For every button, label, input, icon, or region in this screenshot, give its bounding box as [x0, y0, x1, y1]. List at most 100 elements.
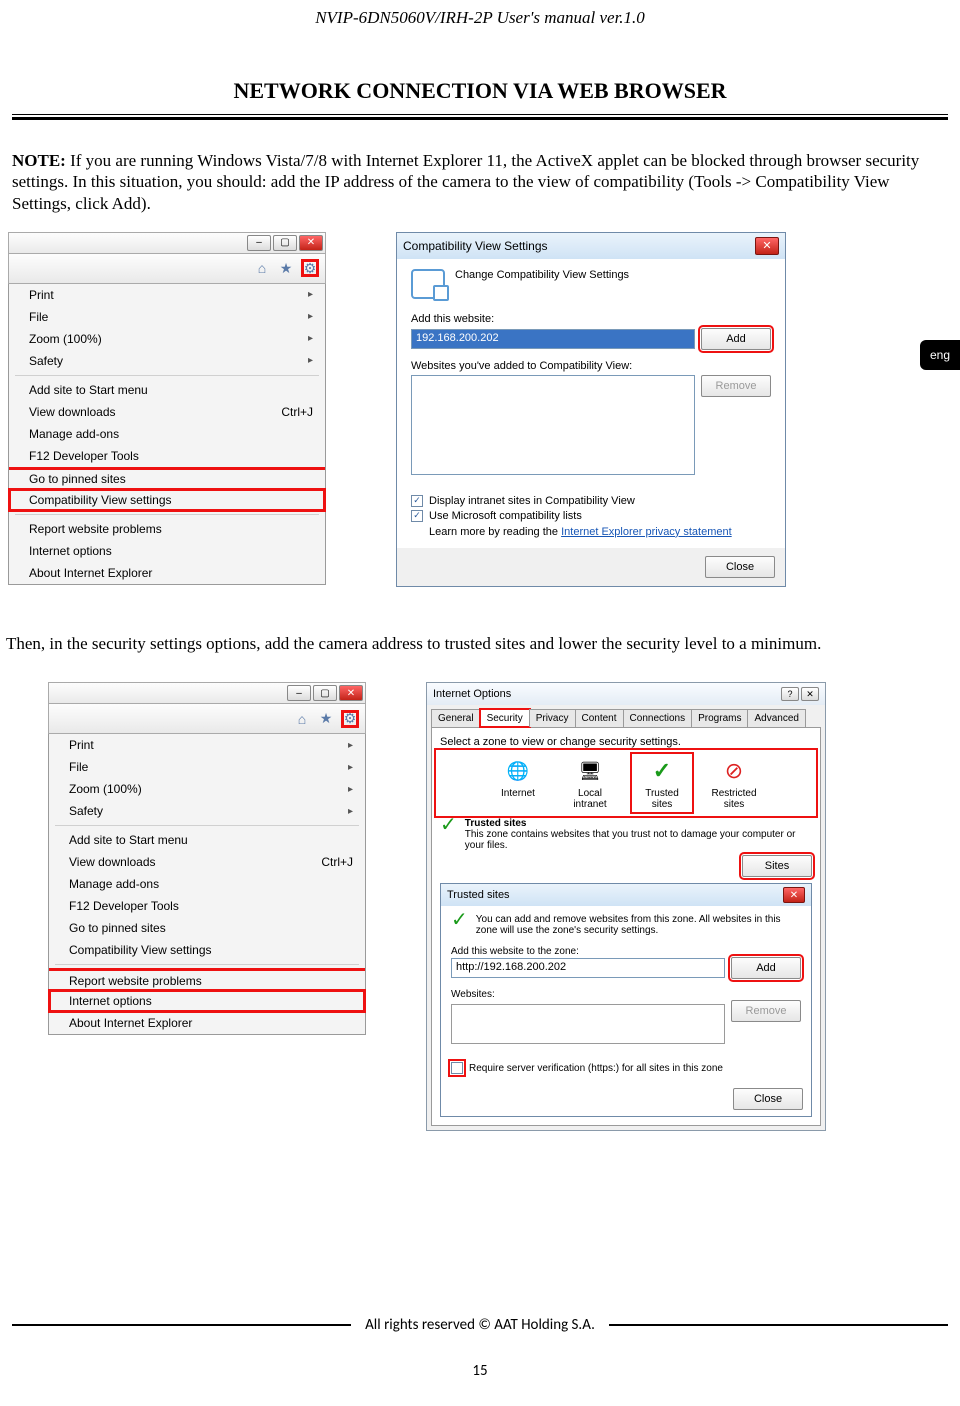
menu-add-start[interactable]: Add site to Start menu [49, 829, 365, 851]
ie-toolbar: ⌂ ★ ⚙ [48, 704, 366, 734]
dialog-titlebar: Internet Options ? ✕ [427, 683, 825, 705]
zone-trusted[interactable]: Trusted sites [634, 756, 690, 810]
menu-zoom[interactable]: Zoom (100%) [9, 328, 325, 350]
menu-manage-addons[interactable]: Manage add-ons [9, 423, 325, 445]
menu-compat-view[interactable]: Compatibility View settings [49, 939, 365, 961]
tab-privacy[interactable]: Privacy [529, 709, 576, 727]
ie-toolbar: ⌂ ★ ⚙ [8, 254, 326, 284]
note-label: NOTE: [12, 151, 66, 170]
tab-content[interactable]: Content [575, 709, 624, 727]
compat-view-dialog: Compatibility View Settings ✕ Change Com… [396, 232, 786, 587]
learn-more-line: Learn more by reading the Internet Explo… [429, 526, 771, 538]
favorites-icon[interactable]: ★ [317, 710, 335, 728]
minimize-button[interactable]: – [247, 235, 271, 251]
maximize-button[interactable]: ▢ [313, 685, 337, 701]
chk-ms-lists-row[interactable]: ✓ Use Microsoft compatibility lists [411, 510, 771, 522]
menu-internet-options[interactable]: Internet options [49, 990, 365, 1012]
close-button[interactable]: ✕ [299, 235, 323, 251]
menu-view-downloads[interactable]: View downloadsCtrl+J [9, 401, 325, 423]
zone-restricted[interactable]: Restricted sites [706, 756, 762, 810]
menu-file[interactable]: File [49, 756, 365, 778]
menu-safety[interactable]: Safety [9, 350, 325, 372]
add-website-label: Add this website: [411, 313, 771, 325]
add-website-input[interactable]: 192.168.200.202 [411, 329, 695, 349]
dialog-subtitle: Change Compatibility View Settings [455, 269, 629, 281]
zone-description: ✓ Trusted sites This zone contains websi… [440, 818, 812, 851]
add-button[interactable]: Add [701, 328, 771, 350]
menu-internet-options[interactable]: Internet options [9, 540, 325, 562]
require-https-row[interactable]: Require server verification (https:) for… [451, 1062, 801, 1074]
menu-f12[interactable]: F12 Developer Tools [49, 895, 365, 917]
menu-report-problems[interactable]: Report website problems [9, 518, 325, 540]
menu-pinned-sites[interactable]: Go to pinned sites [49, 917, 365, 939]
sites-button[interactable]: Sites [742, 855, 812, 877]
remove-button[interactable]: Remove [731, 1000, 801, 1022]
close-button[interactable]: Close [705, 556, 775, 578]
trusted-sites-dialog: Trusted sites ✕ ✓ You can add and remove… [440, 883, 812, 1117]
menu-safety[interactable]: Safety [49, 800, 365, 822]
copyright: All rights reserved © AAT Holding S.A. [365, 1316, 595, 1334]
dialog-title: Compatibility View Settings [403, 239, 548, 253]
checkbox-icon: ✓ [411, 495, 423, 507]
note-paragraph: NOTE: If you are running Windows Vista/7… [12, 150, 948, 214]
tab-connections[interactable]: Connections [623, 709, 693, 727]
close-button[interactable]: ✕ [801, 687, 819, 701]
help-button[interactable]: ? [781, 687, 799, 701]
compat-listbox[interactable] [411, 375, 695, 475]
tools-gear-icon[interactable]: ⚙ [341, 710, 359, 728]
menu-view-downloads[interactable]: View downloadsCtrl+J [49, 851, 365, 873]
zone-localintranet[interactable]: Local intranet [562, 756, 618, 810]
remove-button[interactable]: Remove [701, 375, 771, 397]
menu-f12[interactable]: F12 Developer Tools [9, 445, 325, 467]
internet-options-dialog: Internet Options ? ✕ General Security Pr… [426, 682, 826, 1131]
add-button[interactable]: Add [731, 957, 801, 979]
home-icon[interactable]: ⌂ [293, 710, 311, 728]
menu-report-problems[interactable]: Report website problems [49, 968, 365, 990]
websites-listbox[interactable] [451, 1004, 725, 1044]
chk-intranet-row[interactable]: ✓ Display intranet sites in Compatibilit… [411, 495, 771, 507]
close-button[interactable]: ✕ [339, 685, 363, 701]
menu-about-ie[interactable]: About Internet Explorer [9, 562, 325, 584]
checkbox-icon [451, 1062, 463, 1074]
close-button[interactable]: Close [733, 1088, 803, 1110]
dialog-title: Trusted sites [447, 889, 510, 901]
home-icon[interactable]: ⌂ [253, 259, 271, 277]
tab-general[interactable]: General [431, 709, 481, 727]
section-title: NETWORK CONNECTION VIA WEB BROWSER [40, 78, 920, 104]
trusted-check-icon: ✓ [440, 818, 457, 832]
menu-pinned-sites[interactable]: Go to pinned sites [9, 467, 325, 489]
tab-advanced[interactable]: Advanced [747, 709, 805, 727]
privacy-statement-link[interactable]: Internet Explorer privacy statement [561, 526, 732, 538]
tab-programs[interactable]: Programs [691, 709, 748, 727]
websites-label: Websites: [451, 989, 801, 1000]
tools-menu: Print File Zoom (100%) Safety Add site t… [8, 284, 326, 585]
trusted-info: You can add and remove websites from thi… [476, 914, 801, 936]
add-zone-input[interactable]: http://192.168.200.202 [451, 958, 725, 978]
menu-zoom[interactable]: Zoom (100%) [49, 778, 365, 800]
minimize-button[interactable]: – [287, 685, 311, 701]
close-button[interactable]: ✕ [755, 237, 779, 255]
menu-print[interactable]: Print [9, 284, 325, 306]
menu-print[interactable]: Print [49, 734, 365, 756]
window-titlebar: – ▢ ✕ [8, 232, 326, 254]
menu-compat-view[interactable]: Compatibility View settings [9, 489, 325, 511]
mid-paragraph: Then, in the security settings options, … [6, 633, 948, 654]
tab-security[interactable]: Security [480, 709, 530, 727]
ie-tools-menu-popup-2: – ▢ ✕ ⌂ ★ ⚙ Print File Zoom (100%) Safet… [48, 682, 366, 1035]
window-titlebar: – ▢ ✕ [48, 682, 366, 704]
favorites-icon[interactable]: ★ [277, 259, 295, 277]
menu-add-start[interactable]: Add site to Start menu [9, 379, 325, 401]
page-footer: All rights reserved © AAT Holding S.A. [12, 1316, 948, 1334]
close-button[interactable]: ✕ [783, 887, 805, 903]
titlebar-controls: ? ✕ [781, 687, 819, 701]
tools-gear-icon[interactable]: ⚙ [301, 259, 319, 277]
menu-manage-addons[interactable]: Manage add-ons [49, 873, 365, 895]
zone-prompt: Select a zone to view or change security… [440, 736, 812, 748]
checkbox-icon: ✓ [411, 510, 423, 522]
compat-icon [411, 269, 445, 299]
dialog-titlebar: Compatibility View Settings ✕ [397, 233, 785, 259]
menu-file[interactable]: File [9, 306, 325, 328]
zone-internet[interactable]: Internet [490, 756, 546, 810]
maximize-button[interactable]: ▢ [273, 235, 297, 251]
menu-about-ie[interactable]: About Internet Explorer [49, 1012, 365, 1034]
